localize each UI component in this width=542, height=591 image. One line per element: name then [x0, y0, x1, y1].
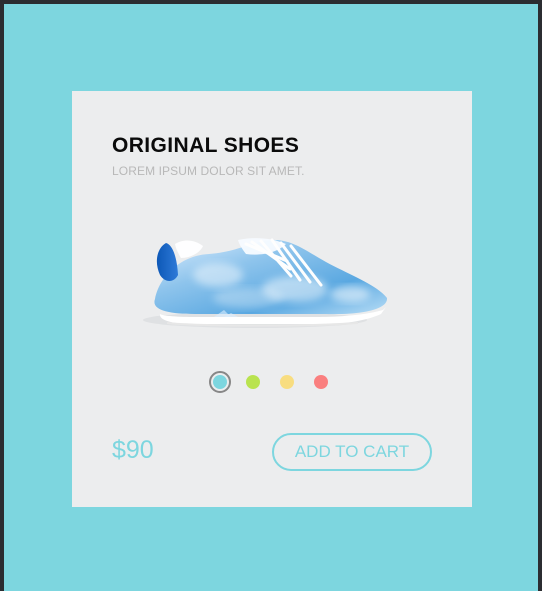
- product-subtitle: LOREM IPSUM DOLOR SIT AMET.: [112, 164, 305, 178]
- product-price: $90: [112, 436, 154, 464]
- right-gutter: [538, 0, 542, 591]
- swatch-cyan[interactable]: [209, 371, 231, 393]
- page-background: ORIGINAL SHOES LOREM IPSUM DOLOR SIT AME…: [4, 4, 538, 591]
- color-swatches: [209, 371, 340, 395]
- sneaker-image: [143, 238, 388, 328]
- product-title: ORIGINAL SHOES: [112, 134, 300, 157]
- product-image: [120, 219, 400, 339]
- swatch-yellow[interactable]: [280, 375, 294, 389]
- product-card: ORIGINAL SHOES LOREM IPSUM DOLOR SIT AME…: [72, 91, 472, 507]
- swatch-red[interactable]: [314, 375, 328, 389]
- swatch-green[interactable]: [246, 375, 260, 389]
- add-to-cart-button[interactable]: ADD TO CART: [272, 433, 432, 471]
